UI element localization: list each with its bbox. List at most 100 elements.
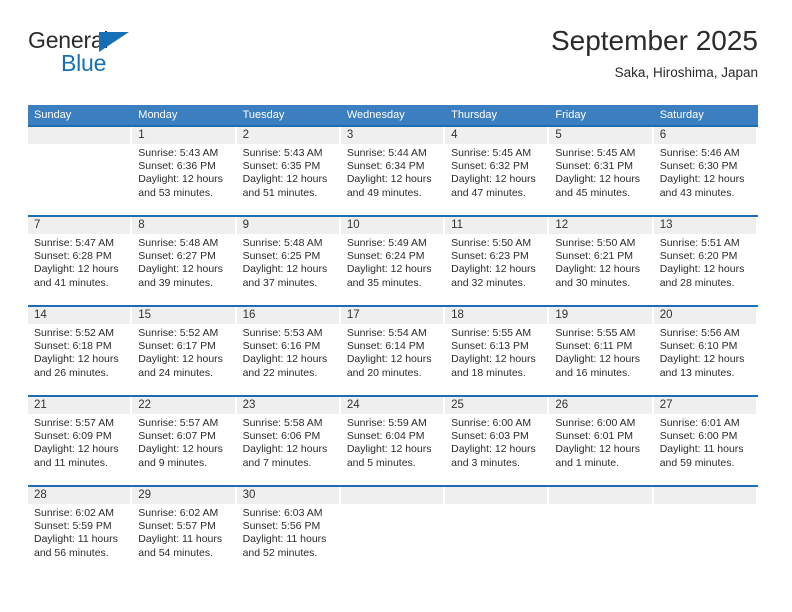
- day-number: 27: [659, 399, 673, 411]
- daylight-text-line1: Daylight: 12 hours: [346, 263, 432, 276]
- day-cell[interactable]: 16 Sunrise: 5:53 AM Sunset: 6:16 PM Dayl…: [236, 307, 341, 395]
- day-number: 29: [138, 489, 152, 501]
- day-details: Sunrise: 6:00 AM Sunset: 6:03 PM Dayligh…: [445, 414, 548, 470]
- day-number: 19: [555, 309, 569, 321]
- day-number-band: 23: [236, 397, 340, 414]
- day-cell[interactable]: 1 Sunrise: 5:43 AM Sunset: 6:36 PM Dayli…: [132, 127, 237, 215]
- day-cell[interactable]: 21 Sunrise: 5:57 AM Sunset: 6:09 PM Dayl…: [28, 397, 133, 485]
- day-number-band: [653, 487, 757, 504]
- day-cell[interactable]: 3 Sunrise: 5:44 AM Sunset: 6:34 PM Dayli…: [340, 127, 446, 215]
- day-details: Sunrise: 5:48 AM Sunset: 6:25 PM Dayligh…: [237, 234, 340, 290]
- daylight-text-line1: Daylight: 12 hours: [555, 173, 641, 186]
- daylight-text-line2: and 16 minutes.: [555, 366, 631, 379]
- day-number: 2: [242, 129, 249, 141]
- day-cell[interactable]: 5 Sunrise: 5:45 AM Sunset: 6:31 PM Dayli…: [549, 127, 654, 215]
- day-cell[interactable]: [28, 127, 133, 215]
- sunset-text: Sunset: 6:10 PM: [659, 340, 738, 353]
- day-cell[interactable]: 27 Sunrise: 6:01 AM Sunset: 6:00 PM Dayl…: [653, 397, 758, 485]
- day-cell[interactable]: [653, 487, 758, 575]
- daylight-text-line1: Daylight: 12 hours: [451, 173, 536, 186]
- day-number-band: 16: [236, 307, 340, 324]
- sunrise-text: Sunrise: 5:45 AM: [555, 147, 636, 159]
- day-cell[interactable]: 13 Sunrise: 5:51 AM Sunset: 6:20 PM Dayl…: [653, 217, 758, 305]
- sunrise-text: Sunrise: 5:55 AM: [451, 327, 532, 339]
- day-cell[interactable]: 15 Sunrise: 5:52 AM Sunset: 6:17 PM Dayl…: [132, 307, 237, 395]
- day-cell[interactable]: [549, 487, 654, 575]
- daylight-text-line2: and 1 minute.: [555, 456, 620, 469]
- day-cell[interactable]: 22 Sunrise: 5:57 AM Sunset: 6:07 PM Dayl…: [132, 397, 237, 485]
- day-number-band: 8: [132, 217, 236, 234]
- day-cell[interactable]: 30 Sunrise: 6:03 AM Sunset: 5:56 PM Dayl…: [236, 487, 341, 575]
- daylight-text-line1: Daylight: 12 hours: [451, 353, 536, 366]
- sunset-text: Sunset: 5:57 PM: [138, 520, 216, 533]
- day-cell[interactable]: 6 Sunrise: 5:46 AM Sunset: 6:30 PM Dayli…: [653, 127, 758, 215]
- weekday-header-thursday: Thursday: [451, 109, 497, 121]
- sunset-text: Sunset: 6:16 PM: [242, 340, 321, 353]
- day-details: Sunrise: 5:50 AM Sunset: 6:23 PM Dayligh…: [445, 234, 548, 290]
- day-number-band: 1: [132, 127, 236, 144]
- day-details: Sunrise: 5:46 AM Sunset: 6:30 PM Dayligh…: [654, 144, 757, 200]
- week-row: 7 Sunrise: 5:47 AM Sunset: 6:28 PM Dayli…: [28, 215, 758, 305]
- sunrise-text: Sunrise: 6:00 AM: [451, 417, 532, 429]
- day-number-band: 14: [28, 307, 132, 324]
- day-cell[interactable]: 18 Sunrise: 5:55 AM Sunset: 6:13 PM Dayl…: [445, 307, 550, 395]
- sunrise-text: Sunrise: 5:55 AM: [555, 327, 636, 339]
- day-cell[interactable]: 17 Sunrise: 5:54 AM Sunset: 6:14 PM Dayl…: [340, 307, 446, 395]
- day-cell[interactable]: 8 Sunrise: 5:48 AM Sunset: 6:27 PM Dayli…: [132, 217, 237, 305]
- day-cell[interactable]: 20 Sunrise: 5:56 AM Sunset: 6:10 PM Dayl…: [653, 307, 758, 395]
- weekday-header-wednesday: Wednesday: [346, 109, 405, 121]
- title-block: September 2025 Saka, Hiroshima, Japan: [551, 24, 758, 82]
- day-cell[interactable]: 26 Sunrise: 6:00 AM Sunset: 6:01 PM Dayl…: [549, 397, 654, 485]
- day-cell[interactable]: 7 Sunrise: 5:47 AM Sunset: 6:28 PM Dayli…: [28, 217, 133, 305]
- daylight-text-line1: Daylight: 12 hours: [34, 443, 119, 456]
- day-number-band: 3: [340, 127, 445, 144]
- sunset-text: Sunset: 6:18 PM: [34, 340, 112, 353]
- sunrise-text: Sunrise: 5:54 AM: [346, 327, 427, 339]
- day-cell[interactable]: 11 Sunrise: 5:50 AM Sunset: 6:23 PM Dayl…: [445, 217, 550, 305]
- day-number-band: [28, 127, 132, 144]
- day-number: 9: [242, 219, 249, 231]
- daylight-text-line1: Daylight: 12 hours: [346, 173, 432, 186]
- daylight-text-line1: Daylight: 12 hours: [138, 263, 223, 276]
- day-number-band: 17: [340, 307, 445, 324]
- daylight-text-line2: and 30 minutes.: [555, 276, 631, 289]
- day-cell[interactable]: 9 Sunrise: 5:48 AM Sunset: 6:25 PM Dayli…: [236, 217, 341, 305]
- day-cell[interactable]: 29 Sunrise: 6:02 AM Sunset: 5:57 PM Dayl…: [132, 487, 237, 575]
- day-number-band: 7: [28, 217, 132, 234]
- sunset-text: Sunset: 6:03 PM: [451, 430, 529, 443]
- day-number: 10: [346, 219, 360, 231]
- daylight-text-line2: and 11 minutes.: [34, 456, 108, 469]
- sunset-text: Sunset: 6:24 PM: [346, 250, 425, 263]
- day-cell[interactable]: 12 Sunrise: 5:50 AM Sunset: 6:21 PM Dayl…: [549, 217, 654, 305]
- daylight-text-line2: and 49 minutes.: [346, 186, 422, 199]
- day-number: 7: [34, 219, 41, 231]
- day-cell[interactable]: 28 Sunrise: 6:02 AM Sunset: 5:59 PM Dayl…: [28, 487, 133, 575]
- day-details: Sunrise: 5:45 AM Sunset: 6:31 PM Dayligh…: [549, 144, 652, 200]
- day-cell[interactable]: 10 Sunrise: 5:49 AM Sunset: 6:24 PM Dayl…: [340, 217, 446, 305]
- day-number: 14: [34, 309, 47, 321]
- sunrise-text: Sunrise: 6:00 AM: [555, 417, 636, 429]
- day-cell[interactable]: 24 Sunrise: 5:59 AM Sunset: 6:04 PM Dayl…: [340, 397, 446, 485]
- day-cell[interactable]: 19 Sunrise: 5:55 AM Sunset: 6:11 PM Dayl…: [549, 307, 654, 395]
- day-details: Sunrise: 5:51 AM Sunset: 6:20 PM Dayligh…: [654, 234, 757, 290]
- day-number-band: 5: [549, 127, 653, 144]
- sunset-text: Sunset: 6:20 PM: [659, 250, 738, 263]
- daylight-text-line1: Daylight: 11 hours: [138, 533, 223, 546]
- day-cell[interactable]: 25 Sunrise: 6:00 AM Sunset: 6:03 PM Dayl…: [445, 397, 550, 485]
- day-cell[interactable]: [445, 487, 550, 575]
- sunset-text: Sunset: 6:13 PM: [451, 340, 529, 353]
- daylight-text-line2: and 47 minutes.: [451, 186, 526, 199]
- day-cell[interactable]: 23 Sunrise: 5:58 AM Sunset: 6:06 PM Dayl…: [236, 397, 341, 485]
- day-cell[interactable]: [340, 487, 446, 575]
- sunrise-text: Sunrise: 5:43 AM: [138, 147, 219, 159]
- sunset-text: Sunset: 6:14 PM: [346, 340, 425, 353]
- day-cell[interactable]: 2 Sunrise: 5:43 AM Sunset: 6:35 PM Dayli…: [236, 127, 341, 215]
- day-number: 18: [451, 309, 464, 321]
- day-cell[interactable]: 4 Sunrise: 5:45 AM Sunset: 6:32 PM Dayli…: [445, 127, 550, 215]
- day-cell[interactable]: 14 Sunrise: 5:52 AM Sunset: 6:18 PM Dayl…: [28, 307, 133, 395]
- daylight-text-line1: Daylight: 12 hours: [659, 263, 745, 276]
- page-header: General Blue September 2025 Saka, Hirosh…: [28, 24, 758, 96]
- daylight-text-line1: Daylight: 12 hours: [242, 353, 328, 366]
- day-number: 6: [659, 129, 667, 141]
- day-number-band: 11: [445, 217, 549, 234]
